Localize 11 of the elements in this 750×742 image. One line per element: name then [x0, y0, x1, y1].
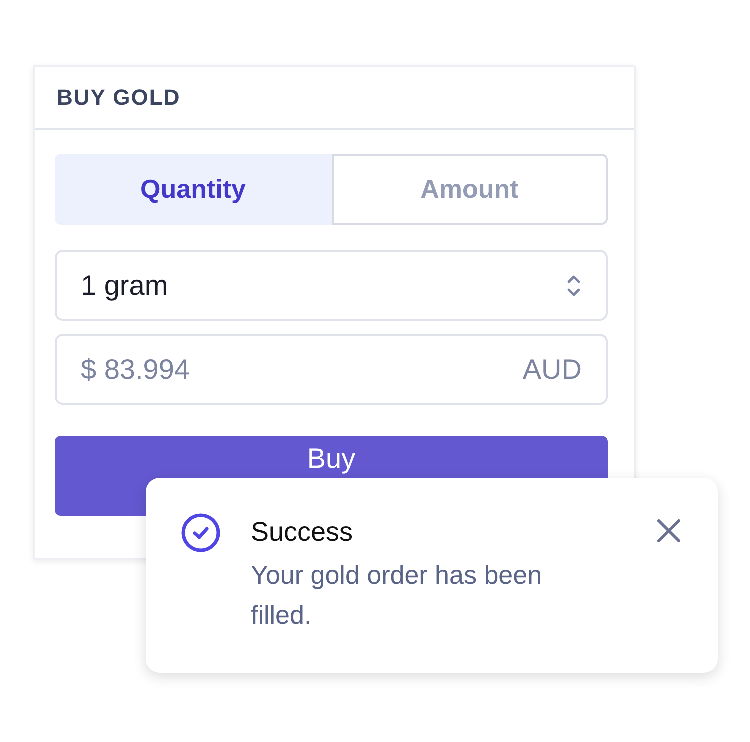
quantity-select[interactable]: 1 gram: [55, 250, 608, 321]
check-circle-icon: [181, 513, 221, 553]
close-icon[interactable]: [656, 518, 682, 544]
tab[interactable]: Amount: [332, 154, 608, 225]
toast-title: Success: [251, 516, 354, 549]
price-value: $ 83.994: [81, 354, 191, 386]
currency-label: AUD: [522, 354, 582, 386]
toast-message: Your gold order has been filled.: [251, 559, 544, 632]
tab[interactable]: Quantity: [55, 154, 332, 225]
price-field[interactable]: $ 83.994 AUD: [55, 334, 608, 405]
card-title: BUY GOLD: [57, 84, 181, 110]
